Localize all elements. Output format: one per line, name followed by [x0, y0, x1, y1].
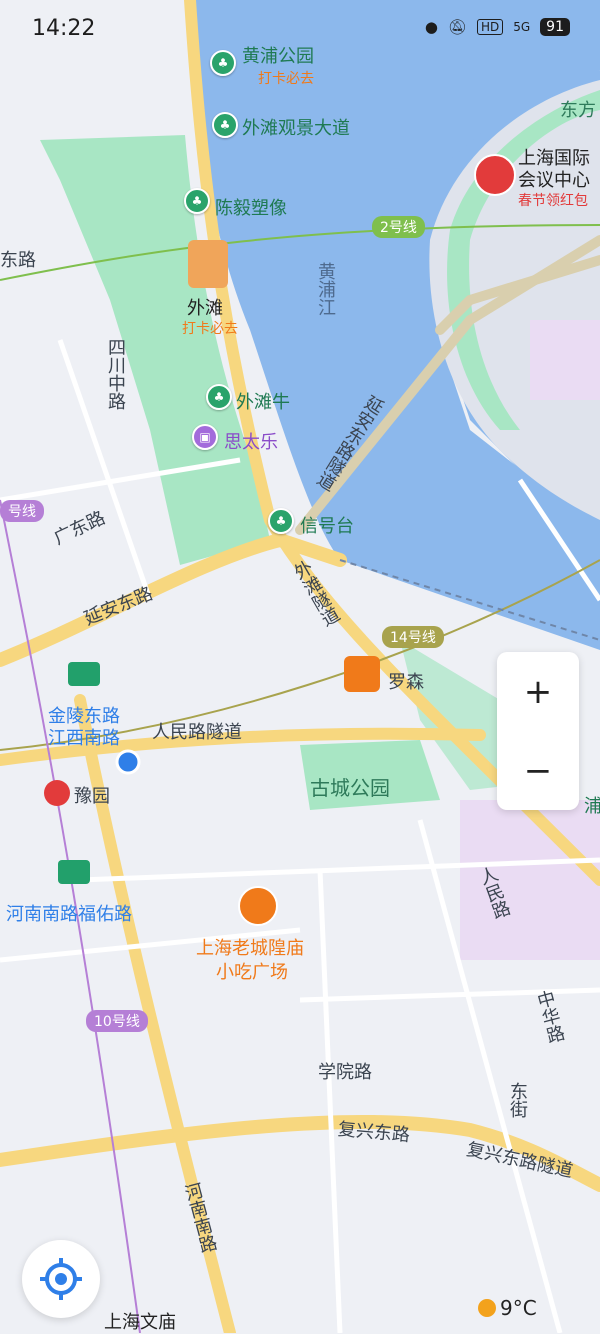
hd-icon: HD: [476, 19, 504, 35]
river-label: 黄浦江: [315, 262, 336, 316]
weather-temperature: 9°C: [500, 1296, 537, 1320]
zoom-controls: + −: [497, 652, 579, 810]
poi-lawson[interactable]: 罗森: [388, 668, 424, 694]
shop-pin-icon[interactable]: ▣: [192, 424, 218, 450]
metro-badge-line-2[interactable]: 2号线: [372, 216, 425, 238]
poi-right-edge[interactable]: 浦: [584, 792, 600, 818]
bund-landmark-icon[interactable]: [188, 240, 228, 288]
metro-badge-line-14[interactable]: 14号线: [382, 626, 444, 648]
poi-spring-tag: 春节领红包: [518, 193, 588, 209]
poi-shanghai-intl-2[interactable]: 会议中心: [518, 166, 590, 192]
status-time: 14:22: [32, 16, 96, 41]
metro-badge-line-10[interactable]: 10号线: [86, 1010, 148, 1032]
poi-jinling-station-2[interactable]: 江西南路: [48, 724, 120, 750]
battery-indicator: 91: [540, 18, 570, 36]
status-bar: 14:22 ● 🔕︎ HD 5G 91: [0, 0, 600, 60]
weather-widget[interactable]: 9°C: [478, 1296, 537, 1320]
poi-huangpu-park-tag: 打卡必去: [258, 71, 314, 87]
road-label-left-edge: 东路: [0, 250, 36, 271]
park-pin-icon[interactable]: ♣: [212, 112, 238, 138]
zoom-in-button[interactable]: +: [497, 652, 579, 731]
park-pin-icon[interactable]: ♣: [268, 508, 294, 534]
network-icon: 5G: [513, 20, 531, 34]
poi-signal-tower[interactable]: 信号台: [300, 512, 354, 538]
poi-east-label: 东方: [560, 100, 596, 121]
status-icons: ● 🔕︎ HD 5G 91: [425, 18, 570, 36]
mute-icon: 🔕︎: [447, 18, 467, 36]
metro-badge-left[interactable]: 号线: [0, 500, 44, 522]
poi-old-city-park[interactable]: 古城公园: [310, 772, 390, 801]
road-label-xueyuan: 学院路: [318, 1062, 372, 1083]
metro-station-icon[interactable]: [58, 860, 90, 884]
location-icon: ●: [424, 18, 438, 36]
food-pin-icon[interactable]: [238, 886, 278, 926]
lawson-store-icon[interactable]: [344, 656, 380, 692]
poi-bund-avenue[interactable]: 外滩观景大道: [242, 114, 350, 140]
sun-icon: [478, 1299, 496, 1317]
road-label-dongjie: 东街: [507, 1082, 528, 1118]
poi-sitaile[interactable]: 思太乐: [224, 428, 278, 454]
locate-me-button[interactable]: [22, 1240, 100, 1318]
gift-pin-icon[interactable]: [474, 154, 516, 196]
poi-old-city-food-1[interactable]: 上海老城隍庙: [196, 934, 304, 960]
crosshair-icon: [40, 1258, 82, 1300]
poi-old-city-food-2[interactable]: 小吃广场: [216, 958, 288, 984]
metro-station-icon[interactable]: [68, 662, 100, 686]
zoom-out-button[interactable]: −: [497, 731, 579, 810]
poi-bund[interactable]: 外滩: [187, 294, 223, 320]
poi-bund-tag: 打卡必去: [182, 321, 238, 337]
block-pink: [530, 320, 600, 400]
park-pin-icon[interactable]: ♣: [206, 384, 232, 410]
yuyuan-station-icon[interactable]: [44, 780, 70, 806]
park-pin-icon[interactable]: ♣: [184, 188, 210, 214]
poi-bund-bull[interactable]: 外滩牛: [236, 388, 290, 414]
user-location-dot: [115, 749, 141, 775]
poi-wenmiao[interactable]: 上海文庙: [104, 1308, 176, 1334]
poi-chenyi-statue[interactable]: 陈毅塑像: [215, 194, 287, 220]
poi-yuyuan[interactable]: 豫园: [74, 782, 110, 808]
poi-henan-fuyou[interactable]: 河南南路福佑路: [6, 900, 132, 926]
road-label-sichuan: 四川中路: [105, 338, 126, 410]
road-label-renmin-tunnel: 人民路隧道: [152, 722, 242, 743]
